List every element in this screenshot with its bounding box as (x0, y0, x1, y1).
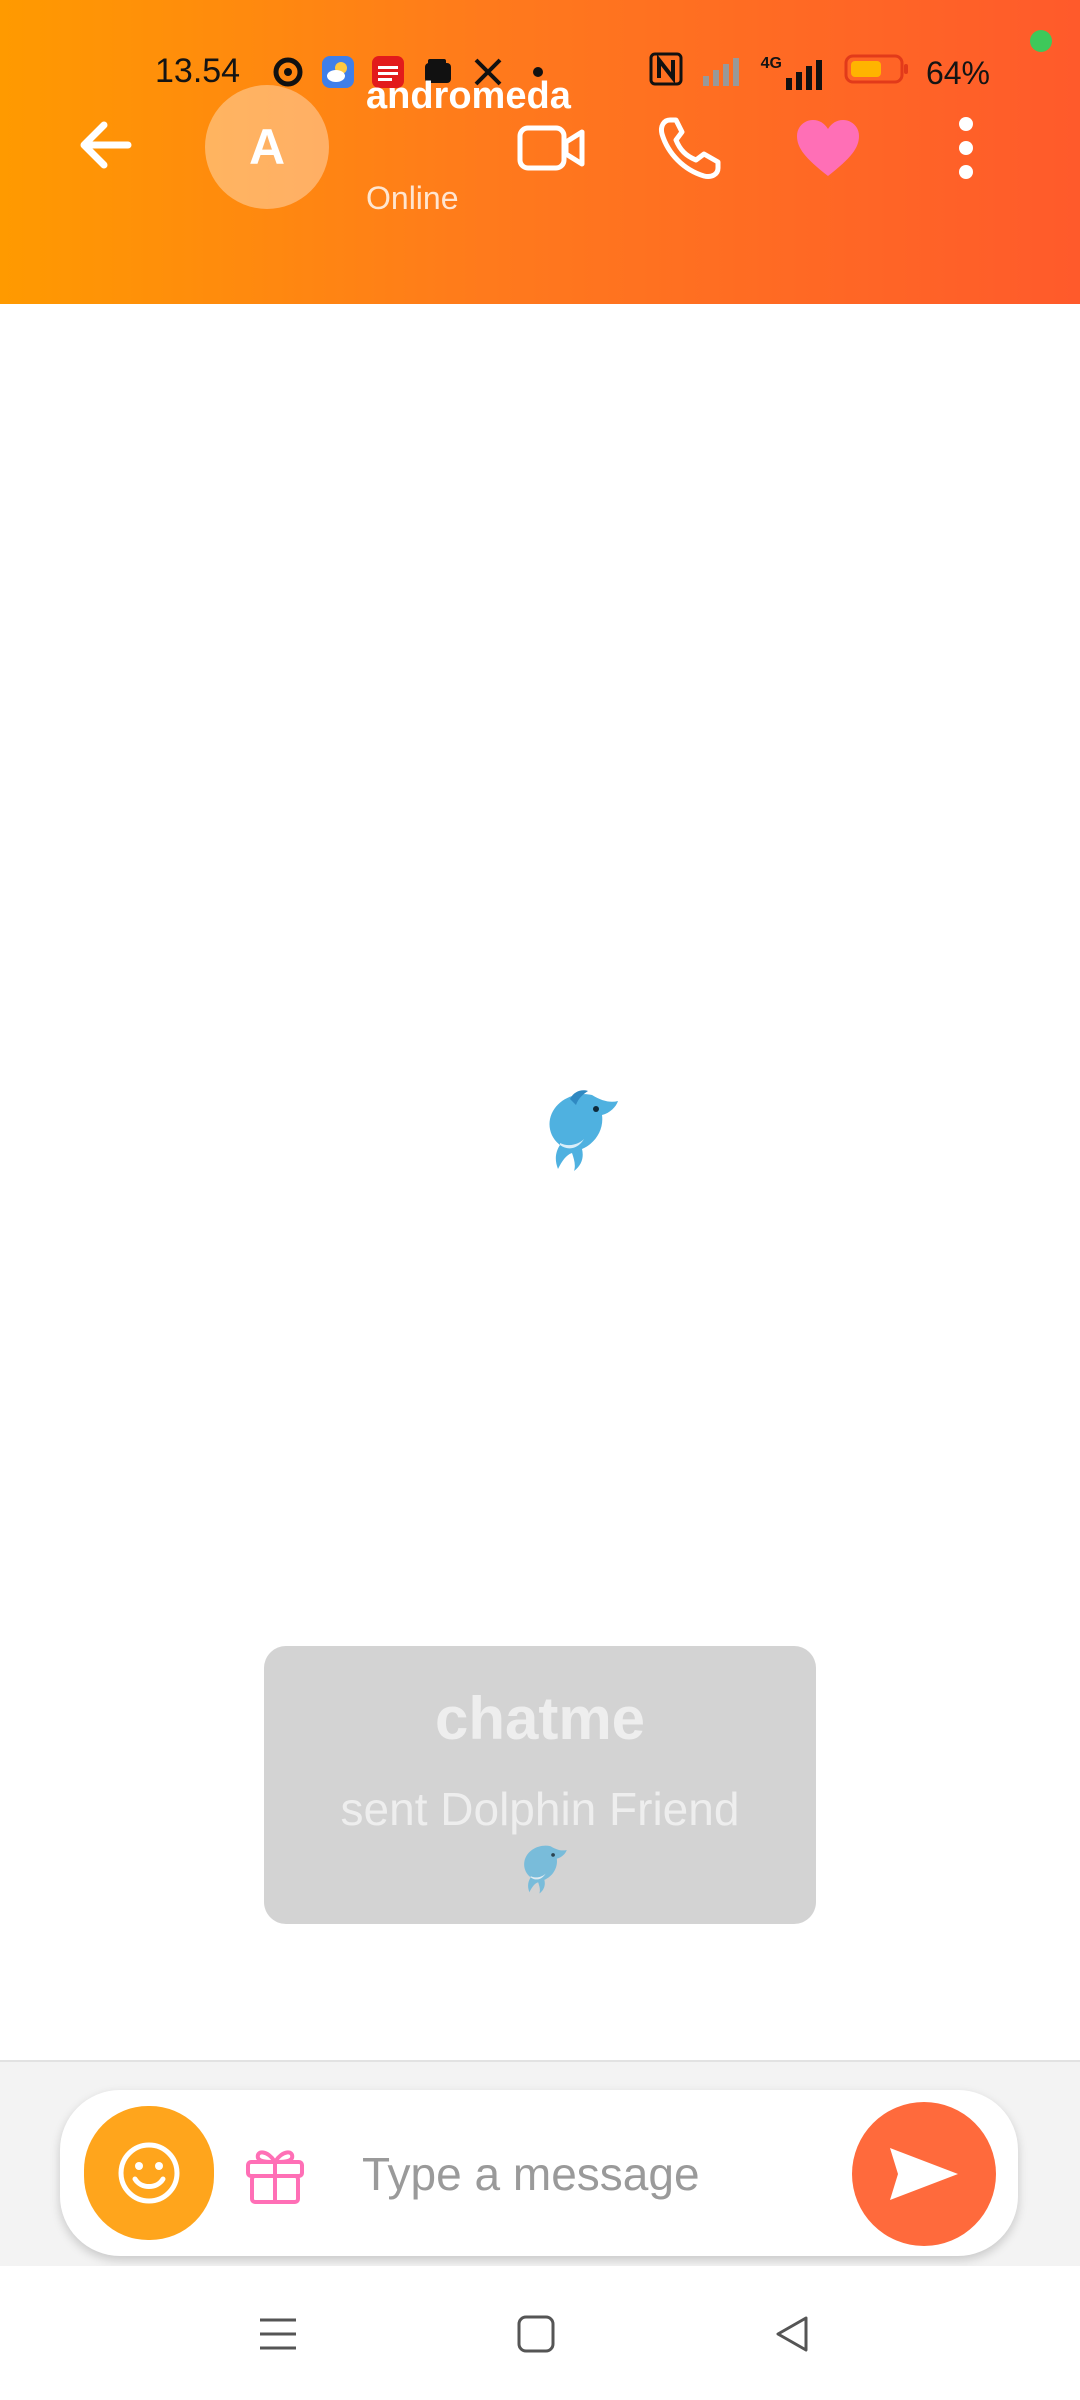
more-vert-icon (959, 117, 973, 179)
battery-percent: 64% (925, 54, 990, 91)
back-button[interactable] (72, 110, 142, 180)
dolphin-sticker (530, 1085, 620, 1175)
home-icon (517, 2315, 555, 2353)
chat-header: 13.54 4G 64% A andromeda Online (0, 0, 1080, 304)
back-arrow-icon (80, 121, 132, 169)
gift-notice-card: chatme sent Dolphin Friend (264, 1646, 816, 1924)
send-button[interactable] (852, 2102, 996, 2246)
status-time: 13.54 (155, 52, 241, 90)
signal-4g-icon: 4G (761, 56, 828, 90)
more-options-button[interactable] (930, 112, 1002, 184)
message-input[interactable] (360, 2130, 864, 2218)
favorite-button[interactable] (792, 112, 864, 184)
system-status-icons: 4G 64% (649, 52, 990, 94)
home-button[interactable] (506, 2304, 566, 2364)
gift-button[interactable] (242, 2140, 308, 2206)
notice-dolphin-sticker (512, 1840, 568, 1896)
dolphin-icon (524, 1845, 567, 1894)
chat-screen: 13.54 4G 64% A andromeda Online chatme s… (0, 0, 1080, 2400)
system-nav-bar (0, 2266, 1080, 2400)
heart-icon (797, 120, 859, 176)
gift-icon (246, 2150, 304, 2204)
signal-weak-icon (699, 52, 745, 94)
contact-status: Online (366, 180, 459, 216)
video-call-icon (517, 125, 585, 171)
recent-apps-button[interactable] (248, 2304, 308, 2364)
contact-name[interactable]: andromeda (366, 72, 571, 120)
weather-app-icon (320, 54, 356, 90)
phone-call-button[interactable] (654, 112, 726, 184)
system-back-button[interactable] (762, 2304, 822, 2364)
privacy-indicator-dot (1030, 30, 1052, 52)
video-call-button[interactable] (516, 112, 588, 184)
smiley-icon (118, 2142, 180, 2204)
composer-area (0, 2060, 1080, 2268)
emoji-button[interactable] (84, 2106, 214, 2240)
dolphin-icon (549, 1090, 618, 1171)
avatar[interactable]: A (205, 85, 329, 209)
notice-text: sent Dolphin Friend (340, 1783, 740, 1835)
phone-call-icon (659, 117, 721, 179)
menu-icon (260, 2318, 296, 2350)
message-composer (60, 2090, 1018, 2256)
avatar-initial: A (248, 119, 286, 175)
nfc-icon (649, 52, 683, 94)
notice-title: chatme (434, 1685, 646, 1752)
battery-icon (844, 52, 910, 94)
back-triangle-icon (776, 2316, 808, 2352)
send-icon (890, 2148, 958, 2200)
